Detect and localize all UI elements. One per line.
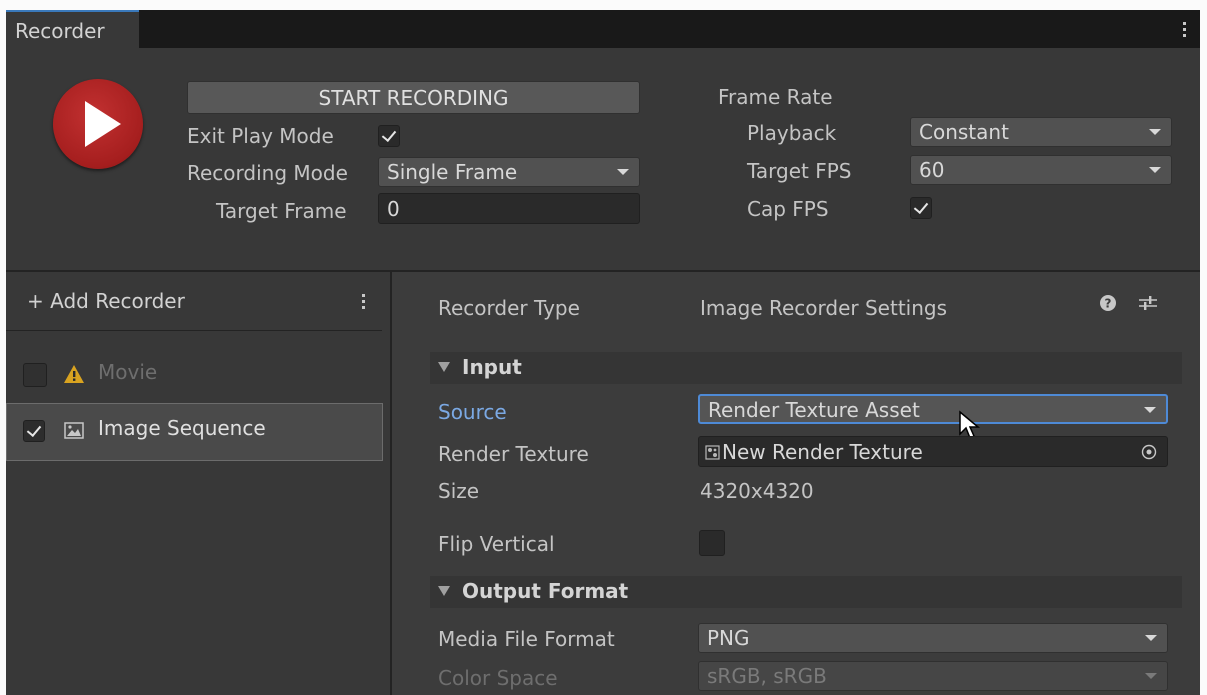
media-file-format-dropdown[interactable]: PNG	[698, 623, 1168, 653]
recorder-list-menu-icon[interactable]	[362, 294, 366, 312]
chevron-down-icon	[1144, 407, 1156, 413]
recording-mode-value: Single Frame	[387, 160, 518, 184]
source-value: Render Texture Asset	[708, 398, 920, 422]
play-icon	[85, 101, 121, 147]
media-file-format-label: Media File Format	[438, 627, 615, 651]
chevron-down-icon	[1149, 129, 1161, 135]
size-value: 4320x4320	[700, 479, 814, 503]
list-item-image-sequence[interactable]: Image Sequence	[6, 403, 383, 461]
chevron-down-icon	[617, 169, 629, 175]
input-section-header[interactable]: Input	[430, 352, 1182, 384]
render-texture-field[interactable]: New Render Texture	[698, 436, 1168, 467]
source-label: Source	[438, 400, 507, 424]
frame-rate-heading: Frame Rate	[718, 85, 833, 109]
size-label: Size	[438, 479, 480, 503]
color-space-label: Color Space	[438, 666, 558, 690]
target-frame-label: Target Frame	[216, 199, 347, 223]
output-format-section-header[interactable]: Output Format	[430, 576, 1182, 608]
list-item-movie[interactable]: Movie	[6, 344, 382, 402]
help-icon[interactable]: ?	[1099, 294, 1117, 312]
warning-icon	[64, 365, 84, 383]
chevron-down-icon	[1145, 673, 1157, 679]
output-format-section-title: Output Format	[462, 579, 629, 603]
recorder-type-label: Recorder Type	[438, 296, 580, 320]
chevron-down-icon	[1145, 635, 1157, 641]
list-item-image-sequence-label: Image Sequence	[98, 416, 266, 440]
svg-text:?: ?	[1105, 297, 1112, 311]
tab-recorder[interactable]: Recorder	[6, 10, 139, 48]
list-item-movie-label: Movie	[98, 360, 158, 384]
foldout-arrow-icon	[438, 362, 450, 372]
target-fps-label: Target FPS	[747, 159, 852, 183]
recorder-list-panel: + Add Recorder Movie Image Sequence	[6, 272, 392, 695]
recording-mode-label: Recording Mode	[187, 161, 348, 185]
color-space-value: sRGB, sRGB	[707, 664, 827, 688]
play-record-button[interactable]	[53, 79, 143, 169]
foldout-arrow-icon	[438, 586, 450, 596]
cap-fps-checkbox[interactable]	[910, 197, 932, 219]
target-fps-value: 60	[919, 158, 945, 182]
render-texture-value: New Render Texture	[722, 440, 923, 464]
image-icon	[64, 422, 84, 439]
add-recorder-button[interactable]: + Add Recorder	[27, 289, 185, 313]
start-recording-button[interactable]: START RECORDING	[187, 81, 640, 114]
playback-value: Constant	[919, 120, 1009, 144]
playback-dropdown[interactable]: Constant	[910, 117, 1172, 147]
recorder-settings-panel: Recorder Type Image Recorder Settings ? …	[392, 272, 1200, 695]
media-file-format-value: PNG	[707, 626, 750, 650]
tab-recorder-label: Recorder	[15, 19, 105, 43]
flip-vertical-label: Flip Vertical	[438, 532, 555, 556]
chevron-down-icon	[1149, 167, 1161, 173]
cap-fps-label: Cap FPS	[747, 197, 829, 221]
recording-controls: START RECORDING Exit Play Mode Recording…	[6, 48, 1200, 272]
playback-label: Playback	[747, 121, 837, 145]
checkmark-icon	[913, 198, 929, 215]
target-frame-value: 0	[387, 197, 400, 221]
target-fps-dropdown[interactable]: 60	[910, 155, 1172, 185]
color-space-dropdown: sRGB, sRGB	[698, 661, 1168, 691]
flip-vertical-checkbox[interactable]	[699, 530, 725, 556]
recorder-window: Recorder START RECORDING Exit Play Mode …	[6, 10, 1200, 695]
movie-enable-checkbox[interactable]	[23, 363, 47, 387]
checkmark-icon	[381, 126, 397, 143]
tab-bar: Recorder	[6, 10, 1200, 48]
input-section-title: Input	[462, 355, 522, 379]
checkmark-icon	[26, 421, 42, 438]
image-sequence-enable-checkbox[interactable]	[23, 420, 45, 442]
object-picker-icon[interactable]	[1141, 444, 1157, 460]
preset-settings-icon[interactable]	[1138, 294, 1158, 312]
start-recording-label: START RECORDING	[318, 86, 509, 110]
recorder-type-value: Image Recorder Settings	[700, 296, 948, 320]
recording-mode-dropdown[interactable]: Single Frame	[378, 157, 640, 187]
render-texture-icon	[705, 445, 720, 460]
exit-play-mode-label: Exit Play Mode	[187, 124, 334, 148]
exit-play-mode-checkbox[interactable]	[378, 125, 400, 147]
source-dropdown[interactable]: Render Texture Asset	[698, 394, 1168, 424]
render-texture-label: Render Texture	[438, 442, 589, 466]
window-menu-icon[interactable]	[1183, 22, 1187, 40]
target-frame-input[interactable]: 0	[378, 193, 640, 224]
add-recorder-row[interactable]: + Add Recorder	[6, 272, 382, 331]
